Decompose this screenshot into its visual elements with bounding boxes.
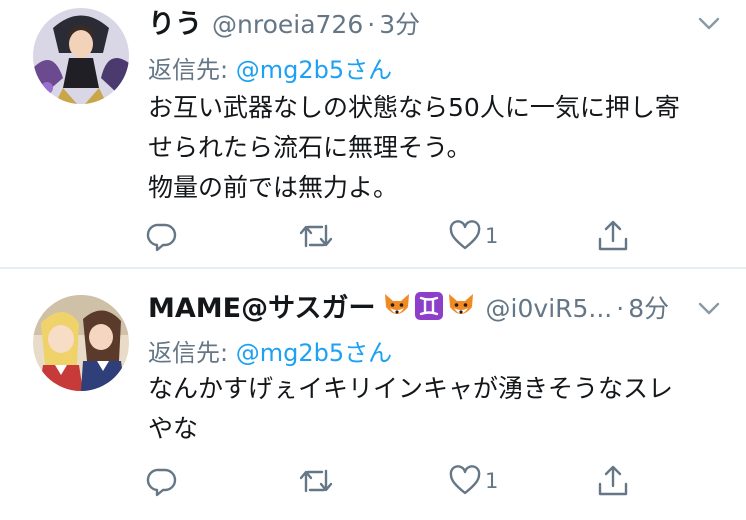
reply-mention-link[interactable]: @mg2b5さん [236,339,392,367]
timestamp[interactable]: 8分 [628,289,669,325]
fox-emoji [384,294,409,314]
share-icon [598,465,628,496]
retweet-icon [299,469,333,493]
reply-context: 返信先: @mg2b5さん [148,333,392,368]
action-bar: 1 [0,461,746,501]
heart-icon [449,465,481,495]
reply-prefix: 返信先: [148,339,236,367]
display-name[interactable]: りう [148,2,202,41]
separator-dot: · [367,10,376,39]
display-name[interactable]: MAME@サスガー [148,286,376,325]
user-handle[interactable]: @i0viR5... [486,294,613,323]
separator-dot: · [616,294,625,323]
retweet-icon [299,224,333,248]
timestamp[interactable]: 3分 [379,5,420,41]
reply-prefix: 返信先: [148,56,236,84]
tweet-text: お互い武器なしの状態なら50人に一気に押し寄 せられたら流石に無理そう。 物量の… [148,88,708,208]
reply-icon [146,223,177,252]
fox-emoji [448,294,473,314]
reply-button[interactable] [146,216,182,256]
reply-button[interactable] [146,461,182,501]
share-button[interactable] [597,216,629,256]
tweet-text-line: やな [148,414,199,443]
tweet-text: なんかすげぇイキリインキャが湧きそうなスレ やな [148,369,708,449]
like-count: 1 [485,224,499,248]
reply-context: 返信先: @mg2b5さん [148,50,392,85]
action-bar: 1 [0,216,746,256]
share-button[interactable] [597,461,629,501]
chevron-down-icon[interactable] [698,301,720,315]
reply-icon [146,468,177,497]
chevron-down-icon[interactable] [698,16,720,30]
tweet[interactable]: MAME@サスガー @i0viR5... · 8分 返信先: @mg2b5さん … [0,271,746,520]
reply-mention-link[interactable]: @mg2b5さん [236,56,392,84]
tweet-text-line: 物量の前では無力よ。 [148,173,399,202]
share-icon [598,220,628,251]
tweet-text-line: せられたら流石に無理そう。 [148,133,472,162]
avatar[interactable] [33,8,129,104]
like-count: 1 [485,469,499,493]
gemini-icon [414,292,443,320]
retweet-button[interactable] [298,216,338,256]
name-emoji [382,291,476,321]
like-button[interactable]: 1 [449,216,498,256]
tweet-text-line: なんかすげぇイキリインキャが湧きそうなスレ [148,374,674,403]
retweet-button[interactable] [298,461,338,501]
avatar[interactable] [33,295,129,391]
tweet-text-line: お互い武器なしの状態なら50人に一気に押し寄 [148,93,680,122]
like-button[interactable]: 1 [449,461,498,501]
heart-icon [449,220,481,250]
user-handle[interactable]: @nroeia726 [212,10,363,39]
tweet[interactable]: りう @nroeia726 · 3分 返信先: @mg2b5さん お互い武器なし… [0,0,746,269]
